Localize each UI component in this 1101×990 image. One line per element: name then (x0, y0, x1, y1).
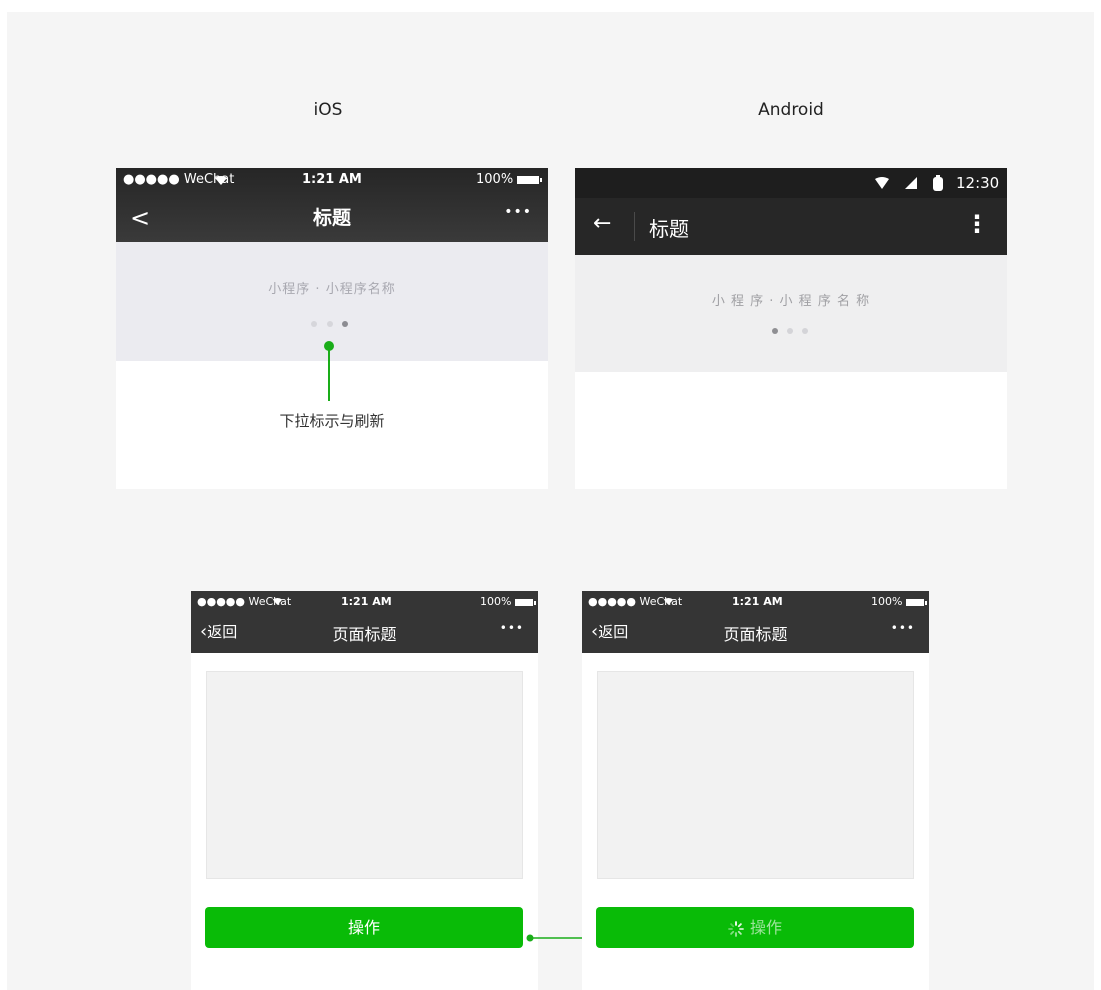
battery-percent: 100% (871, 595, 928, 608)
page-title: 标题 (312, 207, 351, 229)
battery-icon (515, 598, 537, 606)
wifi-icon (663, 597, 674, 606)
action-button-label: 操作 (749, 918, 782, 937)
phone-loading-state: ●●●●● WeChat 1:21 AM 100% ‹返回 页面标题 ••• 操… (582, 591, 929, 990)
loading-dot (311, 321, 317, 327)
battery-percent: 100% (476, 172, 543, 187)
battery-icon (517, 175, 543, 184)
status-time: 1:21 AM (732, 595, 783, 608)
page-title: 标题 (649, 217, 689, 241)
loading-dot-active (772, 328, 778, 334)
nav-bar: ●●●●● WeChat 1:21 AM 100% ‹返回 页面标题 ••• (582, 591, 929, 653)
nav-bar: ●●●●● WeChat 1:21 AM 100% ‹返回 页面标题 ••• (191, 591, 538, 653)
android-toolbar: ← 标题 ⋮ (575, 198, 1007, 255)
more-icon[interactable]: ••• (504, 204, 532, 220)
annotation-text: 下拉标示与刷新 (279, 412, 385, 430)
wifi-icon (215, 176, 227, 185)
action-button[interactable]: 操作 (205, 907, 523, 948)
android-status-bar: 12:30 (575, 168, 1007, 198)
battery-icon (906, 598, 928, 606)
action-button-loading[interactable]: 操作 (596, 907, 914, 948)
pull-refresh-area: 小 程 序 · 小 程 序 名 称 (575, 255, 1007, 372)
more-icon[interactable]: ••• (891, 621, 915, 635)
loading-dot (327, 321, 333, 327)
signal-icon (905, 177, 917, 189)
status-time: 1:21 AM (302, 172, 362, 187)
mini-program-name: 小 程 序 · 小 程 序 名 称 (711, 294, 871, 309)
phone-normal-state: ●●●●● WeChat 1:21 AM 100% ‹返回 页面标题 ••• 操… (191, 591, 538, 990)
canvas (7, 12, 1094, 990)
page-title: 页面标题 (723, 625, 788, 644)
mini-program-name: 小程序 · 小程序名称 (268, 282, 396, 297)
page-title: 页面标题 (332, 625, 397, 644)
content-placeholder (206, 671, 523, 879)
back-arrow-icon[interactable]: ← (593, 211, 611, 236)
status-time: 1:21 AM (341, 595, 392, 608)
toolbar-divider (634, 212, 635, 241)
battery-percent: 100% (480, 595, 537, 608)
ios-label: iOS (313, 100, 343, 120)
loading-dot-active (342, 321, 348, 327)
wifi-icon (272, 597, 283, 606)
android-label: Android (758, 100, 824, 120)
content-placeholder (597, 671, 914, 879)
annotation-line (328, 346, 330, 401)
ios-mockup: ●●●●● WeChat 1:21 AM 100% < 标题 ••• 小程序 ·… (116, 168, 548, 489)
loading-spinner-icon (728, 920, 744, 937)
loading-dot (787, 328, 793, 334)
overflow-menu-icon[interactable]: ⋮ (965, 210, 989, 238)
battery-icon (933, 175, 943, 191)
android-mockup: 12:30 ← 标题 ⋮ 小 程 序 · 小 程 序 名 称 (575, 168, 1007, 489)
loading-dot (802, 328, 808, 334)
status-time: 12:30 (956, 174, 1000, 192)
wifi-icon (875, 177, 889, 189)
more-icon[interactable]: ••• (500, 621, 524, 635)
ios-nav-bar: ●●●●● WeChat 1:21 AM 100% < 标题 ••• (116, 168, 548, 242)
